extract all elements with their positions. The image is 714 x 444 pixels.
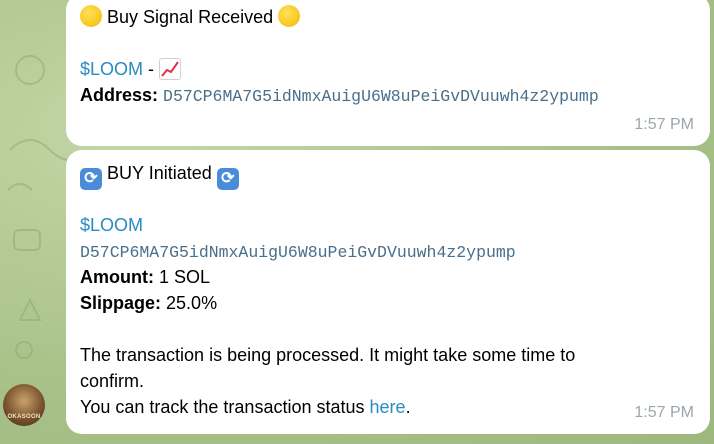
amount-value: 1 SOL [159,267,211,287]
refresh-arrows-icon: ⟳ [80,168,102,190]
chart-increasing-icon [159,58,182,80]
slippage-label: Slippage: [80,293,162,313]
yellow-circle-icon [80,5,102,27]
message-header: ⟳ BUY Initiated ⟳ [80,160,696,190]
message-bubble-buy-initiated: ⟳ BUY Initiated ⟳ $LOOM D57CP6MA7G5idNmx… [66,150,710,434]
processing-text-continued: confirm. [80,371,145,391]
address-label: Address: [80,85,159,105]
token-cashtag-link[interactable]: $LOOM [80,215,143,235]
separator: - [148,59,155,79]
message-timestamp: 1:57 PM [634,404,694,421]
header-text: BUY Initiated [107,163,212,183]
avatar[interactable]: OKASOON [3,384,45,426]
header-text: Buy Signal Received [107,7,274,27]
yellow-circle-icon [278,5,301,27]
token-cashtag-link[interactable]: $LOOM [80,59,143,79]
token-address[interactable]: D57CP6MA7G5idNmxAuigU6W8uPeiGvDVuuwh4z2y… [163,87,599,106]
message-header: Buy Signal Received [80,4,696,30]
track-status-link[interactable]: here [370,397,406,417]
token-address[interactable]: D57CP6MA7G5idNmxAuigU6W8uPeiGvDVuuwh4z2y… [80,243,516,262]
amount-label: Amount: [80,267,154,287]
avatar-label: OKASOON [7,414,41,420]
message-bubble-buy-signal: Buy Signal Received $LOOM - Address: D57… [66,0,710,146]
processing-text: The transaction is being processed. It m… [80,345,576,365]
message-timestamp: 1:57 PM [634,116,694,133]
refresh-arrows-icon: ⟳ [216,168,239,190]
track-end: . [405,397,411,417]
slippage-value: 25.0% [166,293,218,313]
track-text: You can track the transaction status [80,397,365,417]
